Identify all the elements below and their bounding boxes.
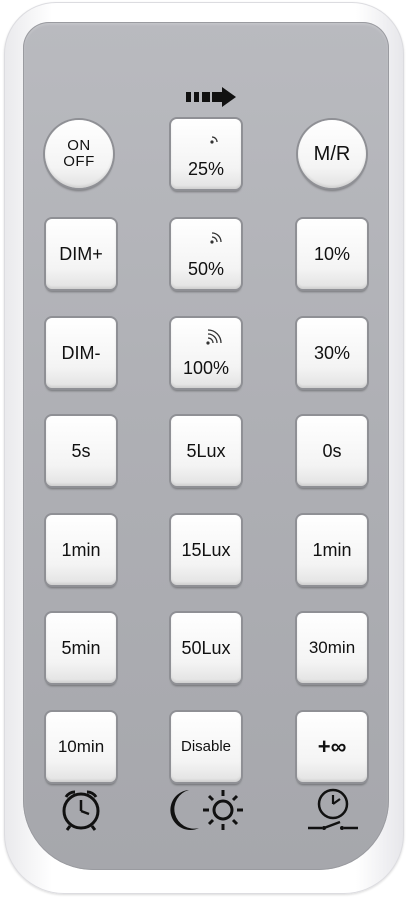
signal-high-icon bbox=[206, 329, 222, 345]
standby-10-button[interactable]: 10% bbox=[297, 219, 367, 289]
dim-minus-button[interactable]: DIM- bbox=[46, 318, 116, 388]
lux-15-label: 15Lux bbox=[181, 539, 231, 560]
dim-minus-label: DIM- bbox=[61, 342, 101, 363]
standby-0s-button[interactable]: 0s bbox=[297, 416, 367, 486]
signal-medium-icon bbox=[210, 232, 222, 244]
sensitivity-100-label: 100% bbox=[182, 358, 230, 379]
sensitivity-25-label: 25% bbox=[187, 159, 225, 180]
standby-30-button[interactable]: 30% bbox=[297, 318, 367, 388]
lux-disable-label: Disable bbox=[180, 738, 232, 756]
hold-5min-button[interactable]: 5min bbox=[46, 613, 116, 683]
mr-button[interactable]: M/R bbox=[298, 120, 366, 188]
lux-5-button[interactable]: 5Lux bbox=[171, 416, 241, 486]
hold-5s-label: 5s bbox=[71, 440, 91, 461]
sensitivity-50-label: 50% bbox=[187, 259, 225, 280]
sensitivity-50-button[interactable]: 50% bbox=[171, 219, 241, 289]
standby-0s-label: 0s bbox=[322, 440, 342, 461]
dim-plus-label: DIM+ bbox=[59, 243, 103, 264]
arrow-right-icon bbox=[186, 87, 236, 107]
lux-disable-button[interactable]: Disable bbox=[171, 712, 241, 782]
lux-50-button[interactable]: 50Lux bbox=[171, 613, 241, 683]
signal-low-icon bbox=[210, 136, 218, 144]
standby-infinite-label: +∞ bbox=[317, 734, 347, 760]
dim-plus-button[interactable]: DIM+ bbox=[46, 219, 116, 289]
moon-sun-icon bbox=[170, 790, 243, 830]
hold-5min-label: 5min bbox=[61, 637, 101, 658]
on-off-label: ON OFF bbox=[63, 137, 95, 170]
hold-10min-button[interactable]: 10min bbox=[46, 712, 116, 782]
mr-label: M/R bbox=[313, 142, 351, 165]
lux-50-label: 50Lux bbox=[181, 637, 231, 658]
standby-30-label: 30% bbox=[313, 342, 351, 363]
switch-timer-icon bbox=[308, 788, 358, 830]
standby-30min-button[interactable]: 30min bbox=[297, 613, 367, 683]
hold-1min-label: 1min bbox=[61, 539, 101, 560]
standby-30min-label: 30min bbox=[308, 638, 356, 658]
sensitivity-25-button[interactable]: 25% bbox=[171, 119, 241, 189]
standby-infinite-button[interactable]: +∞ bbox=[297, 712, 367, 782]
lux-5-label: 5Lux bbox=[186, 440, 226, 461]
sensitivity-100-button[interactable]: 100% bbox=[171, 318, 241, 388]
on-off-button[interactable]: ON OFF bbox=[45, 120, 113, 188]
lux-15-button[interactable]: 15Lux bbox=[171, 515, 241, 585]
hold-1min-button[interactable]: 1min bbox=[46, 515, 116, 585]
standby-1min-button[interactable]: 1min bbox=[297, 515, 367, 585]
standby-10-label: 10% bbox=[313, 243, 351, 264]
standby-1min-label: 1min bbox=[312, 539, 352, 560]
hold-5s-button[interactable]: 5s bbox=[46, 416, 116, 486]
hold-10min-label: 10min bbox=[57, 737, 105, 757]
clock-icon bbox=[62, 790, 100, 831]
